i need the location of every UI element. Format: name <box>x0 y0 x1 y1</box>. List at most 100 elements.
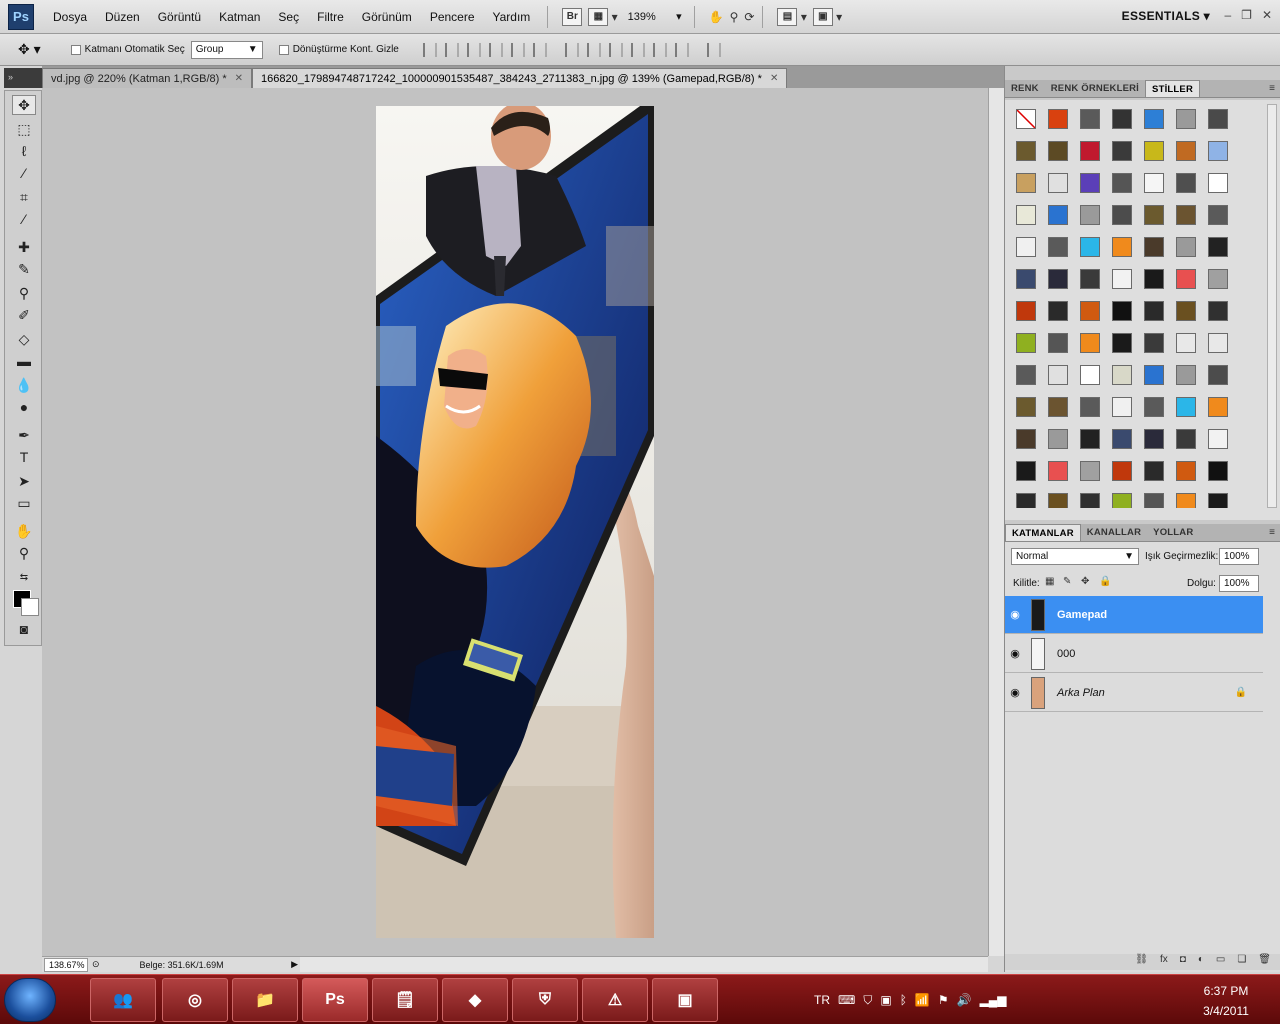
style-swatch[interactable] <box>1203 136 1233 166</box>
style-swatch[interactable] <box>1139 264 1169 294</box>
style-swatch[interactable] <box>1139 200 1169 230</box>
screen-mode-button[interactable]: ▣ ▾ <box>812 6 842 28</box>
style-swatch[interactable] <box>1171 360 1201 390</box>
eye-icon[interactable]: ◉ <box>1005 686 1025 699</box>
taskbar-explorer-button[interactable]: 📁 <box>232 978 298 1022</box>
style-swatch[interactable] <box>1203 200 1233 230</box>
new-layer-icon[interactable]: ❏ <box>1237 954 1246 970</box>
display-icon[interactable]: ▣ <box>880 993 891 1007</box>
clock[interactable]: 6:37 PM 3/4/2011 <box>1186 981 1266 1021</box>
style-swatch[interactable] <box>1011 360 1041 390</box>
menu-gorunum[interactable]: Görünüm <box>353 10 421 24</box>
document-tab[interactable]: vd.jpg @ 220% (Katman 1,RGB/8) * ✕ <box>42 68 253 88</box>
style-swatch[interactable] <box>1011 232 1041 262</box>
transform-controls-checkbox[interactable] <box>278 44 289 55</box>
align-hcenter-icon[interactable] <box>510 42 525 57</box>
style-swatch[interactable] <box>1011 456 1041 486</box>
auto-select-checkbox[interactable] <box>70 44 81 55</box>
style-swatch[interactable] <box>1107 168 1137 198</box>
auto-align-icon[interactable] <box>706 42 721 57</box>
style-swatch[interactable] <box>1203 456 1233 486</box>
zoom-level-dropdown[interactable]: 139% ▾ <box>624 7 686 27</box>
auto-select-target-dropdown[interactable]: Group ▼ <box>190 40 263 59</box>
magic-wand-tool-icon[interactable]: ⁄ <box>12 163 36 183</box>
menu-goruntu[interactable]: Görüntü <box>149 10 210 24</box>
style-swatch[interactable] <box>1043 392 1073 422</box>
style-swatch[interactable] <box>1139 456 1169 486</box>
bridge-button[interactable]: Br <box>562 6 583 28</box>
panel-menu-icon[interactable]: ≡ <box>1269 527 1275 538</box>
style-swatch[interactable] <box>1203 488 1233 508</box>
menu-dosya[interactable]: Dosya <box>44 10 96 24</box>
style-swatch[interactable] <box>1107 328 1137 358</box>
status-menu-arrow-icon[interactable]: ▶ <box>291 959 298 970</box>
style-swatch[interactable] <box>1107 104 1137 134</box>
style-swatch[interactable] <box>1107 424 1137 454</box>
tab-renk-ornekleri[interactable]: RENK ÖRNEKLERİ <box>1045 80 1145 97</box>
lock-pixels-icon[interactable]: ✎ <box>1063 576 1075 588</box>
style-swatch[interactable] <box>1171 424 1201 454</box>
style-swatch[interactable] <box>1075 360 1105 390</box>
signal-icon[interactable]: ▂▄▆ <box>980 993 1007 1007</box>
style-swatch[interactable] <box>1107 136 1137 166</box>
style-swatch[interactable] <box>1011 296 1041 326</box>
style-swatch[interactable] <box>1171 296 1201 326</box>
style-swatch[interactable] <box>1043 296 1073 326</box>
style-swatch[interactable] <box>1139 488 1169 508</box>
arrange-documents-button[interactable]: ▤ ▾ <box>777 6 807 28</box>
horizontal-scrollbar[interactable] <box>300 956 988 972</box>
distribute-hcenter-icon[interactable] <box>652 42 667 57</box>
style-swatch[interactable] <box>1011 264 1041 294</box>
tab-yollar[interactable]: YOLLAR <box>1147 524 1199 541</box>
opacity-field[interactable]: 100% <box>1219 548 1259 565</box>
layer-style-icon[interactable]: fx <box>1160 954 1168 970</box>
antivirus-icon[interactable]: ⛉ <box>863 993 872 1008</box>
flag-icon[interactable]: ⚑ <box>938 993 949 1007</box>
taskbar-security-button[interactable]: ⛨ <box>512 978 578 1022</box>
keyboard-icon[interactable]: ⌨ <box>838 993 855 1007</box>
lock-transparency-icon[interactable]: ▦ <box>1045 576 1057 588</box>
style-swatch[interactable] <box>1203 232 1233 262</box>
style-swatch[interactable] <box>1203 328 1233 358</box>
tab-stiller[interactable]: STİLLER <box>1145 80 1201 97</box>
style-swatch[interactable] <box>1171 488 1201 508</box>
style-swatch[interactable] <box>1075 328 1105 358</box>
style-swatch[interactable] <box>1075 488 1105 508</box>
layer-row-gamepad[interactable]: ◉ Gamepad <box>1005 596 1263 634</box>
gradient-tool-icon[interactable]: ▬ <box>12 351 36 371</box>
style-swatch[interactable] <box>1171 200 1201 230</box>
tab-katmanlar[interactable]: KATMANLAR <box>1005 524 1081 541</box>
style-swatch[interactable] <box>1075 104 1105 134</box>
eye-icon[interactable]: ◉ <box>1005 608 1025 621</box>
taskbar-eraser-app-button[interactable]: ◆ <box>442 978 508 1022</box>
style-swatch[interactable] <box>1171 392 1201 422</box>
style-swatch[interactable] <box>1075 456 1105 486</box>
brush-tool-icon[interactable]: ✎ <box>12 259 36 279</box>
menu-pencere[interactable]: Pencere <box>421 10 484 24</box>
swap-colors-icon[interactable]: ⇆ <box>12 567 36 587</box>
document-info-icon[interactable]: ⊙ <box>92 959 100 970</box>
align-right-icon[interactable] <box>532 42 547 57</box>
style-swatch[interactable] <box>1043 168 1073 198</box>
style-swatch[interactable] <box>1075 296 1105 326</box>
style-swatch[interactable] <box>1043 136 1073 166</box>
style-swatch[interactable] <box>1171 264 1201 294</box>
style-swatch[interactable] <box>1043 328 1073 358</box>
language-indicator[interactable]: TR <box>814 993 830 1007</box>
tab-renk[interactable]: RENK <box>1005 80 1045 97</box>
menu-duzen[interactable]: Düzen <box>96 10 149 24</box>
eyedropper-tool-icon[interactable]: ⁄ <box>12 209 36 229</box>
style-swatch[interactable] <box>1107 200 1137 230</box>
path-selection-tool-icon[interactable]: ➤ <box>12 471 36 491</box>
style-swatch[interactable] <box>1107 360 1137 390</box>
style-swatch[interactable] <box>1043 424 1073 454</box>
distribute-bottom-icon[interactable] <box>608 42 623 57</box>
style-swatch[interactable] <box>1043 200 1073 230</box>
start-button[interactable] <box>4 978 56 1022</box>
menu-filtre[interactable]: Filtre <box>308 10 353 24</box>
history-brush-tool-icon[interactable]: ✐ <box>12 305 36 325</box>
zoom-tool-icon[interactable]: ⚲ <box>12 543 36 563</box>
volume-icon[interactable]: 🔊 <box>957 993 972 1007</box>
style-swatch[interactable] <box>1011 488 1041 508</box>
style-swatch[interactable] <box>1075 168 1105 198</box>
